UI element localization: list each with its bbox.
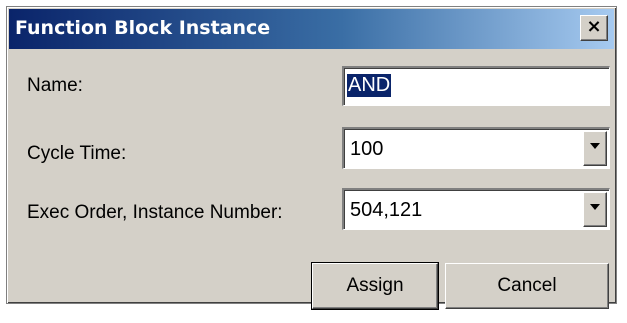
dialog-title: Function Block Instance bbox=[15, 17, 271, 39]
exec-order-label: Exec Order, Instance Number: bbox=[27, 202, 283, 223]
cycle-time-value: 100 bbox=[350, 138, 384, 160]
chevron-down-icon bbox=[590, 204, 600, 210]
cycle-time-dropdown-button[interactable] bbox=[583, 131, 607, 166]
exec-order-combobox[interactable]: 504,121 bbox=[342, 188, 610, 230]
name-input-value: AND bbox=[347, 74, 392, 97]
close-icon: × bbox=[586, 16, 602, 37]
chevron-down-icon bbox=[590, 143, 600, 149]
assign-button[interactable]: Assign bbox=[311, 262, 439, 310]
function-block-instance-dialog: Function Block Instance × Name: AND Cycl… bbox=[6, 6, 617, 310]
cancel-button[interactable]: Cancel bbox=[445, 263, 609, 309]
cycle-time-combobox[interactable]: 100 bbox=[342, 127, 610, 169]
name-input[interactable]: AND bbox=[342, 66, 610, 106]
close-button[interactable]: × bbox=[580, 15, 608, 41]
cycle-time-label: Cycle Time: bbox=[27, 143, 127, 164]
name-label: Name: bbox=[27, 75, 83, 96]
exec-order-dropdown-button[interactable] bbox=[583, 192, 607, 227]
exec-order-value: 504,121 bbox=[350, 199, 423, 221]
title-bar[interactable]: Function Block Instance × bbox=[9, 9, 614, 49]
